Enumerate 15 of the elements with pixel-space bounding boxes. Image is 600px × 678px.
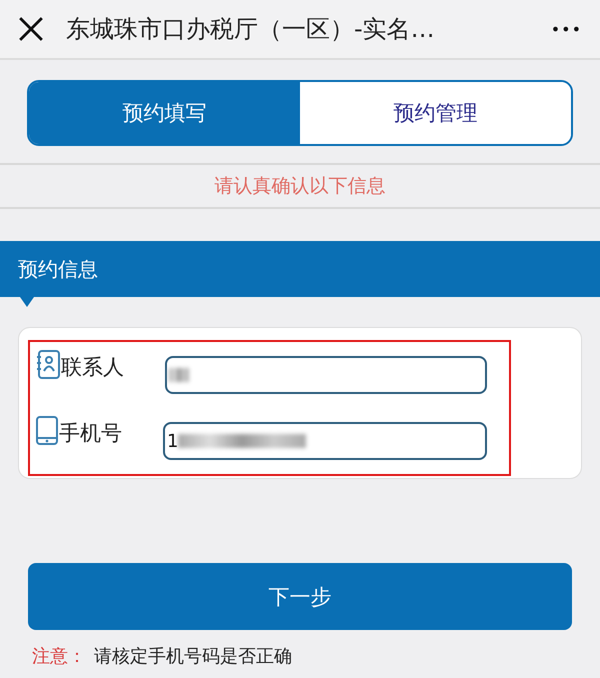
window-title: 东城珠市口办税厅（一区）-实名… <box>66 14 436 45</box>
next-button[interactable]: 下一步 <box>28 563 572 630</box>
tab[interactable]: 预约填写 <box>29 82 300 144</box>
input-field[interactable] <box>165 356 487 394</box>
contact-book-icon <box>36 350 60 380</box>
note-label: 注意： <box>32 646 86 667</box>
close-icon[interactable] <box>18 16 44 42</box>
section-title: 预约信息 <box>18 256 98 282</box>
note-text: 请核定手机号码是否正确 <box>94 646 292 667</box>
field-label: 手机号 <box>59 420 123 447</box>
tablet-icon <box>36 416 58 446</box>
notice-text: 请认真确认以下信息 <box>214 174 386 199</box>
input-field[interactable]: 1 <box>163 422 487 460</box>
more-button[interactable]: ••• <box>550 20 582 38</box>
field-label: 联系人 <box>61 354 125 381</box>
